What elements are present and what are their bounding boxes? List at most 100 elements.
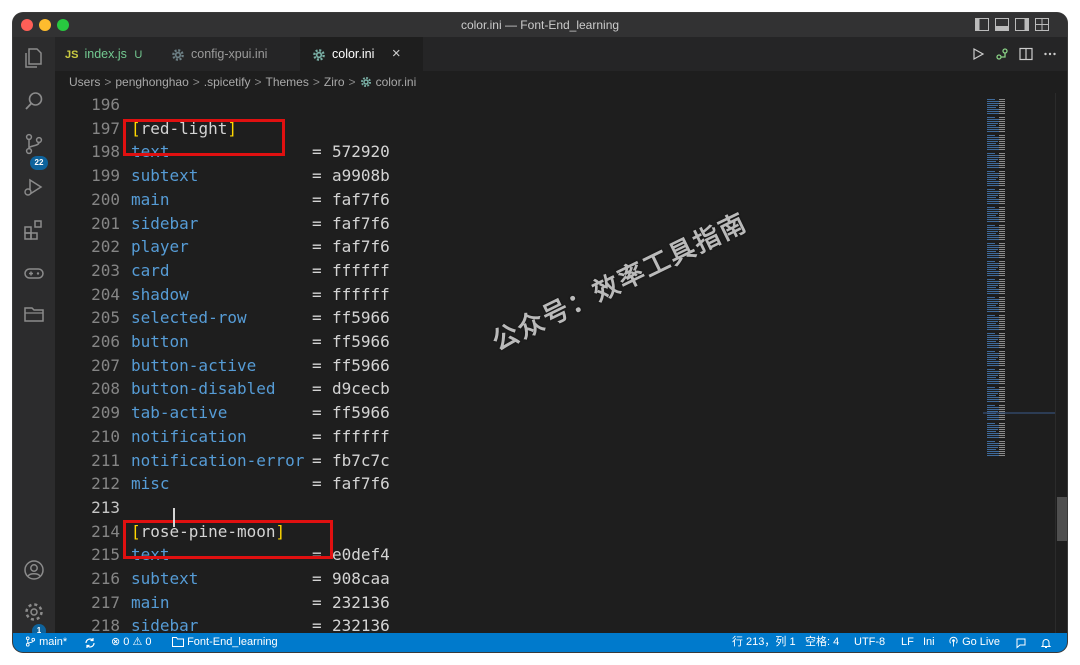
- sync-icon[interactable]: [84, 637, 96, 649]
- folder-icon: [172, 637, 184, 647]
- vertical-scrollbar[interactable]: [1055, 93, 1067, 633]
- minimap-line: [999, 383, 1005, 384]
- minimap-line: [987, 213, 998, 214]
- code-line[interactable]: 208 button-disabled = d9cecb: [55, 377, 983, 401]
- split-editor-icon[interactable]: [1019, 47, 1033, 61]
- minimap-line: [999, 323, 1005, 324]
- notifications-bell-icon[interactable]: [1040, 637, 1052, 649]
- minimap-line: [987, 99, 995, 100]
- code-line[interactable]: 216 subtext = 908caa: [55, 567, 983, 591]
- minimap-line: [999, 429, 1005, 430]
- encoding-status[interactable]: UTF-8: [854, 633, 885, 652]
- minimap-line: [999, 131, 1005, 132]
- minimap-line: [987, 131, 999, 132]
- code-line[interactable]: 209 tab-active = ff5966: [55, 401, 983, 425]
- minimap-line: [999, 229, 1005, 230]
- minimap-line: [999, 197, 1005, 198]
- minimap[interactable]: [983, 93, 1055, 633]
- breadcrumb-item[interactable]: penghonghao: [115, 75, 188, 89]
- tab-config-xpui[interactable]: config-xpui.ini: [171, 37, 291, 71]
- eol-status[interactable]: LF: [901, 633, 914, 652]
- minimap-line: [987, 297, 995, 298]
- code-line[interactable]: 199 subtext = a9908b: [55, 164, 983, 188]
- problems-status[interactable]: ⊗ 0 ⚠ 0: [111, 633, 152, 652]
- line-number: 198: [91, 142, 120, 162]
- minimap-line: [987, 391, 1000, 392]
- remote-explorer-icon[interactable]: [22, 302, 46, 326]
- code-line[interactable]: 210 notification = ffffff: [55, 425, 983, 449]
- manage-gear-icon[interactable]: [22, 600, 46, 624]
- close-tab-icon[interactable]: ×: [392, 45, 401, 62]
- explorer-icon[interactable]: [22, 46, 46, 70]
- toggle-secondary-sidebar-icon[interactable]: [1015, 18, 1029, 31]
- minimap-line: [999, 255, 1005, 256]
- config-value: 232136: [332, 616, 390, 633]
- branch-status[interactable]: main*: [25, 633, 67, 652]
- run-icon[interactable]: [971, 47, 985, 61]
- breadcrumb-item[interactable]: Users: [69, 75, 100, 89]
- config-key: player: [131, 237, 189, 257]
- minimap-line: [987, 129, 1001, 130]
- code-line[interactable]: 203 card = ffffff: [55, 259, 983, 283]
- extensions-icon[interactable]: [22, 218, 46, 242]
- git-compare-icon[interactable]: [995, 47, 1009, 61]
- tab-index-js[interactable]: JS index.js U: [65, 37, 161, 71]
- code-line[interactable]: 212 misc = faf7f6: [55, 472, 983, 496]
- minimap-line: [987, 125, 996, 126]
- breadcrumb-item[interactable]: Ziro: [324, 75, 345, 89]
- folder-status[interactable]: Font-End_learning: [172, 633, 278, 652]
- go-live-button[interactable]: Go Live: [948, 633, 1000, 652]
- minimap-line: [987, 175, 1000, 176]
- run-debug-icon[interactable]: [22, 175, 46, 199]
- feedback-icon[interactable]: [1015, 637, 1027, 649]
- code-line[interactable]: 200 main = faf7f6: [55, 188, 983, 212]
- code-line[interactable]: 207 button-active = ff5966: [55, 354, 983, 378]
- line-number: 218: [91, 616, 120, 633]
- account-icon[interactable]: [22, 558, 46, 582]
- language-mode[interactable]: Ini: [923, 633, 935, 652]
- code-line[interactable]: 201 sidebar = faf7f6: [55, 212, 983, 236]
- equals-sign: =: [312, 569, 322, 588]
- breadcrumb-item[interactable]: color.ini: [376, 75, 417, 89]
- branch-name: main*: [39, 636, 68, 648]
- highlight-box-red-light: [123, 119, 285, 156]
- code-line[interactable]: 204 shadow = ffffff: [55, 283, 983, 307]
- tab-color-ini[interactable]: color.ini ×: [300, 37, 423, 71]
- code-line[interactable]: 217 main = 232136: [55, 591, 983, 615]
- toggle-primary-sidebar-icon[interactable]: [975, 18, 989, 31]
- minimap-line: [999, 427, 1005, 428]
- code-line[interactable]: 211 notification-error = fb7c7c: [55, 449, 983, 473]
- config-key: selected-row: [131, 308, 247, 328]
- minimap-line: [987, 381, 1001, 382]
- minimap-line: [999, 181, 1005, 182]
- cursor-position[interactable]: 行 213，列 1: [732, 633, 796, 652]
- scrollbar-thumb[interactable]: [1057, 497, 1067, 541]
- minimap-line: [999, 109, 1005, 110]
- minimap-line: [987, 141, 998, 142]
- source-control-icon[interactable]: [22, 132, 46, 156]
- code-line[interactable]: 218 sidebar = 232136: [55, 614, 983, 633]
- minimap-line: [999, 209, 1005, 210]
- config-key: main: [131, 592, 170, 612]
- code-editor[interactable]: 196 197 [red-light] 198 text = 572920 199 subtex…: [55, 93, 983, 633]
- equals-sign: =: [312, 355, 322, 375]
- minimap-line: [999, 377, 1005, 378]
- gamepad-icon[interactable]: [22, 261, 46, 285]
- code-line[interactable]: 213: [55, 496, 983, 520]
- breadcrumb-item[interactable]: Themes: [266, 75, 309, 89]
- customize-layout-icon[interactable]: [1035, 18, 1049, 31]
- search-icon[interactable]: [22, 89, 46, 113]
- minimap-line: [999, 275, 1005, 276]
- code-line[interactable]: 196: [55, 93, 983, 117]
- minimap-line: [999, 309, 1005, 310]
- toggle-panel-icon[interactable]: [995, 18, 1009, 31]
- code-line[interactable]: 202 player = faf7f6: [55, 235, 983, 259]
- breadcrumb-item[interactable]: .spicetify: [204, 75, 251, 89]
- minimap-line: [987, 157, 1000, 158]
- minimap-line: [987, 143, 996, 144]
- more-actions-icon[interactable]: [1043, 47, 1057, 61]
- minimap-line: [987, 123, 998, 124]
- line-code: button = ff5966: [131, 332, 390, 351]
- minimap-line: [987, 449, 996, 450]
- indentation-status[interactable]: 空格: 4: [805, 633, 839, 652]
